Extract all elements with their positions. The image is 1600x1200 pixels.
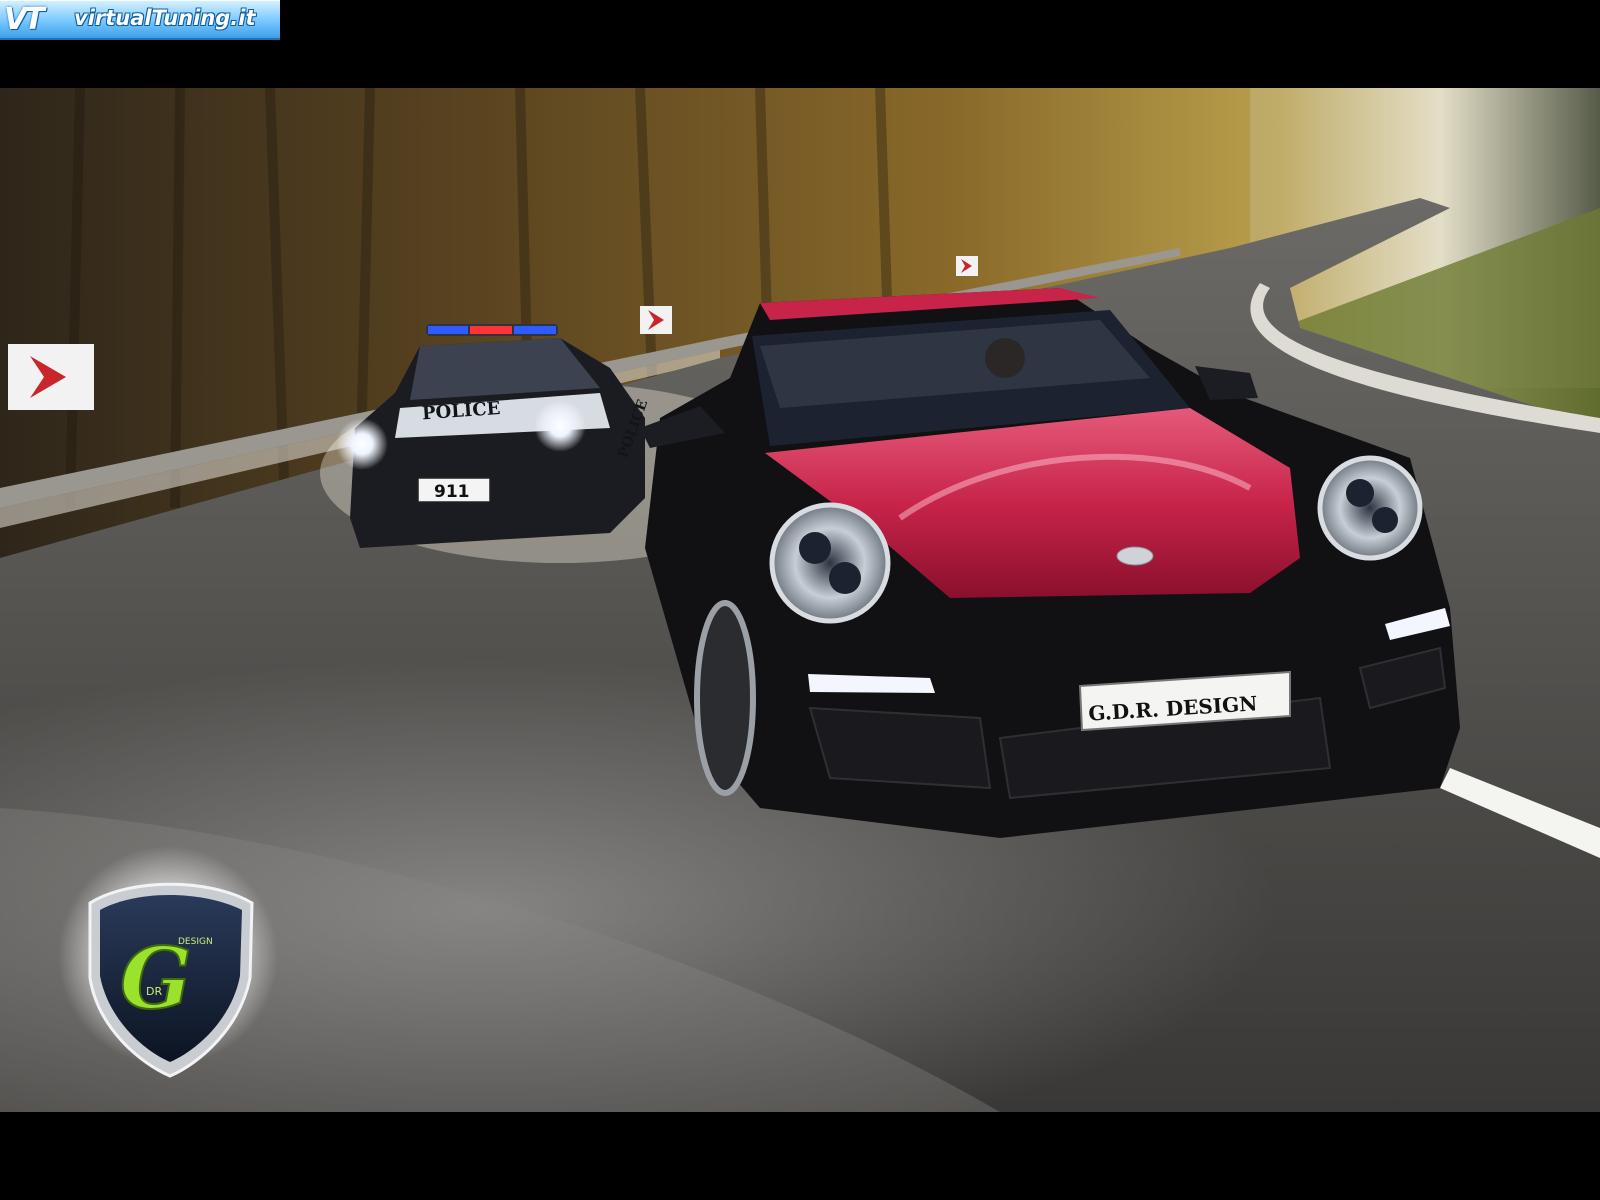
front-wheel bbox=[694, 600, 756, 796]
police-headlight-left bbox=[336, 418, 388, 470]
vt-logo-mark: VT bbox=[4, 2, 45, 37]
wallpaper-page: VT virtualTuning.it POLICE POLICE 911 G.… bbox=[0, 0, 1600, 1200]
chevron-sign-left bbox=[8, 344, 94, 410]
badge-small-bottom: DR bbox=[146, 985, 162, 998]
chevron-sign-mid bbox=[640, 306, 672, 334]
badge-small-top: DESIGN bbox=[178, 937, 213, 947]
watermark-site-name: virtualTuning.it bbox=[74, 6, 256, 30]
police-headlight-right bbox=[534, 400, 586, 452]
police-plate: 911 bbox=[434, 482, 470, 502]
car-photo: POLICE POLICE 911 G.D.R. DESIGN G DESIGN… bbox=[0, 88, 1600, 1112]
virtualtuning-watermark: VT virtualTuning.it bbox=[0, 0, 280, 40]
chevron-sign-far bbox=[956, 256, 978, 276]
headlamp-left bbox=[769, 502, 891, 624]
bottom-black-bar bbox=[0, 1112, 1600, 1200]
headlamp-right bbox=[1317, 455, 1423, 561]
